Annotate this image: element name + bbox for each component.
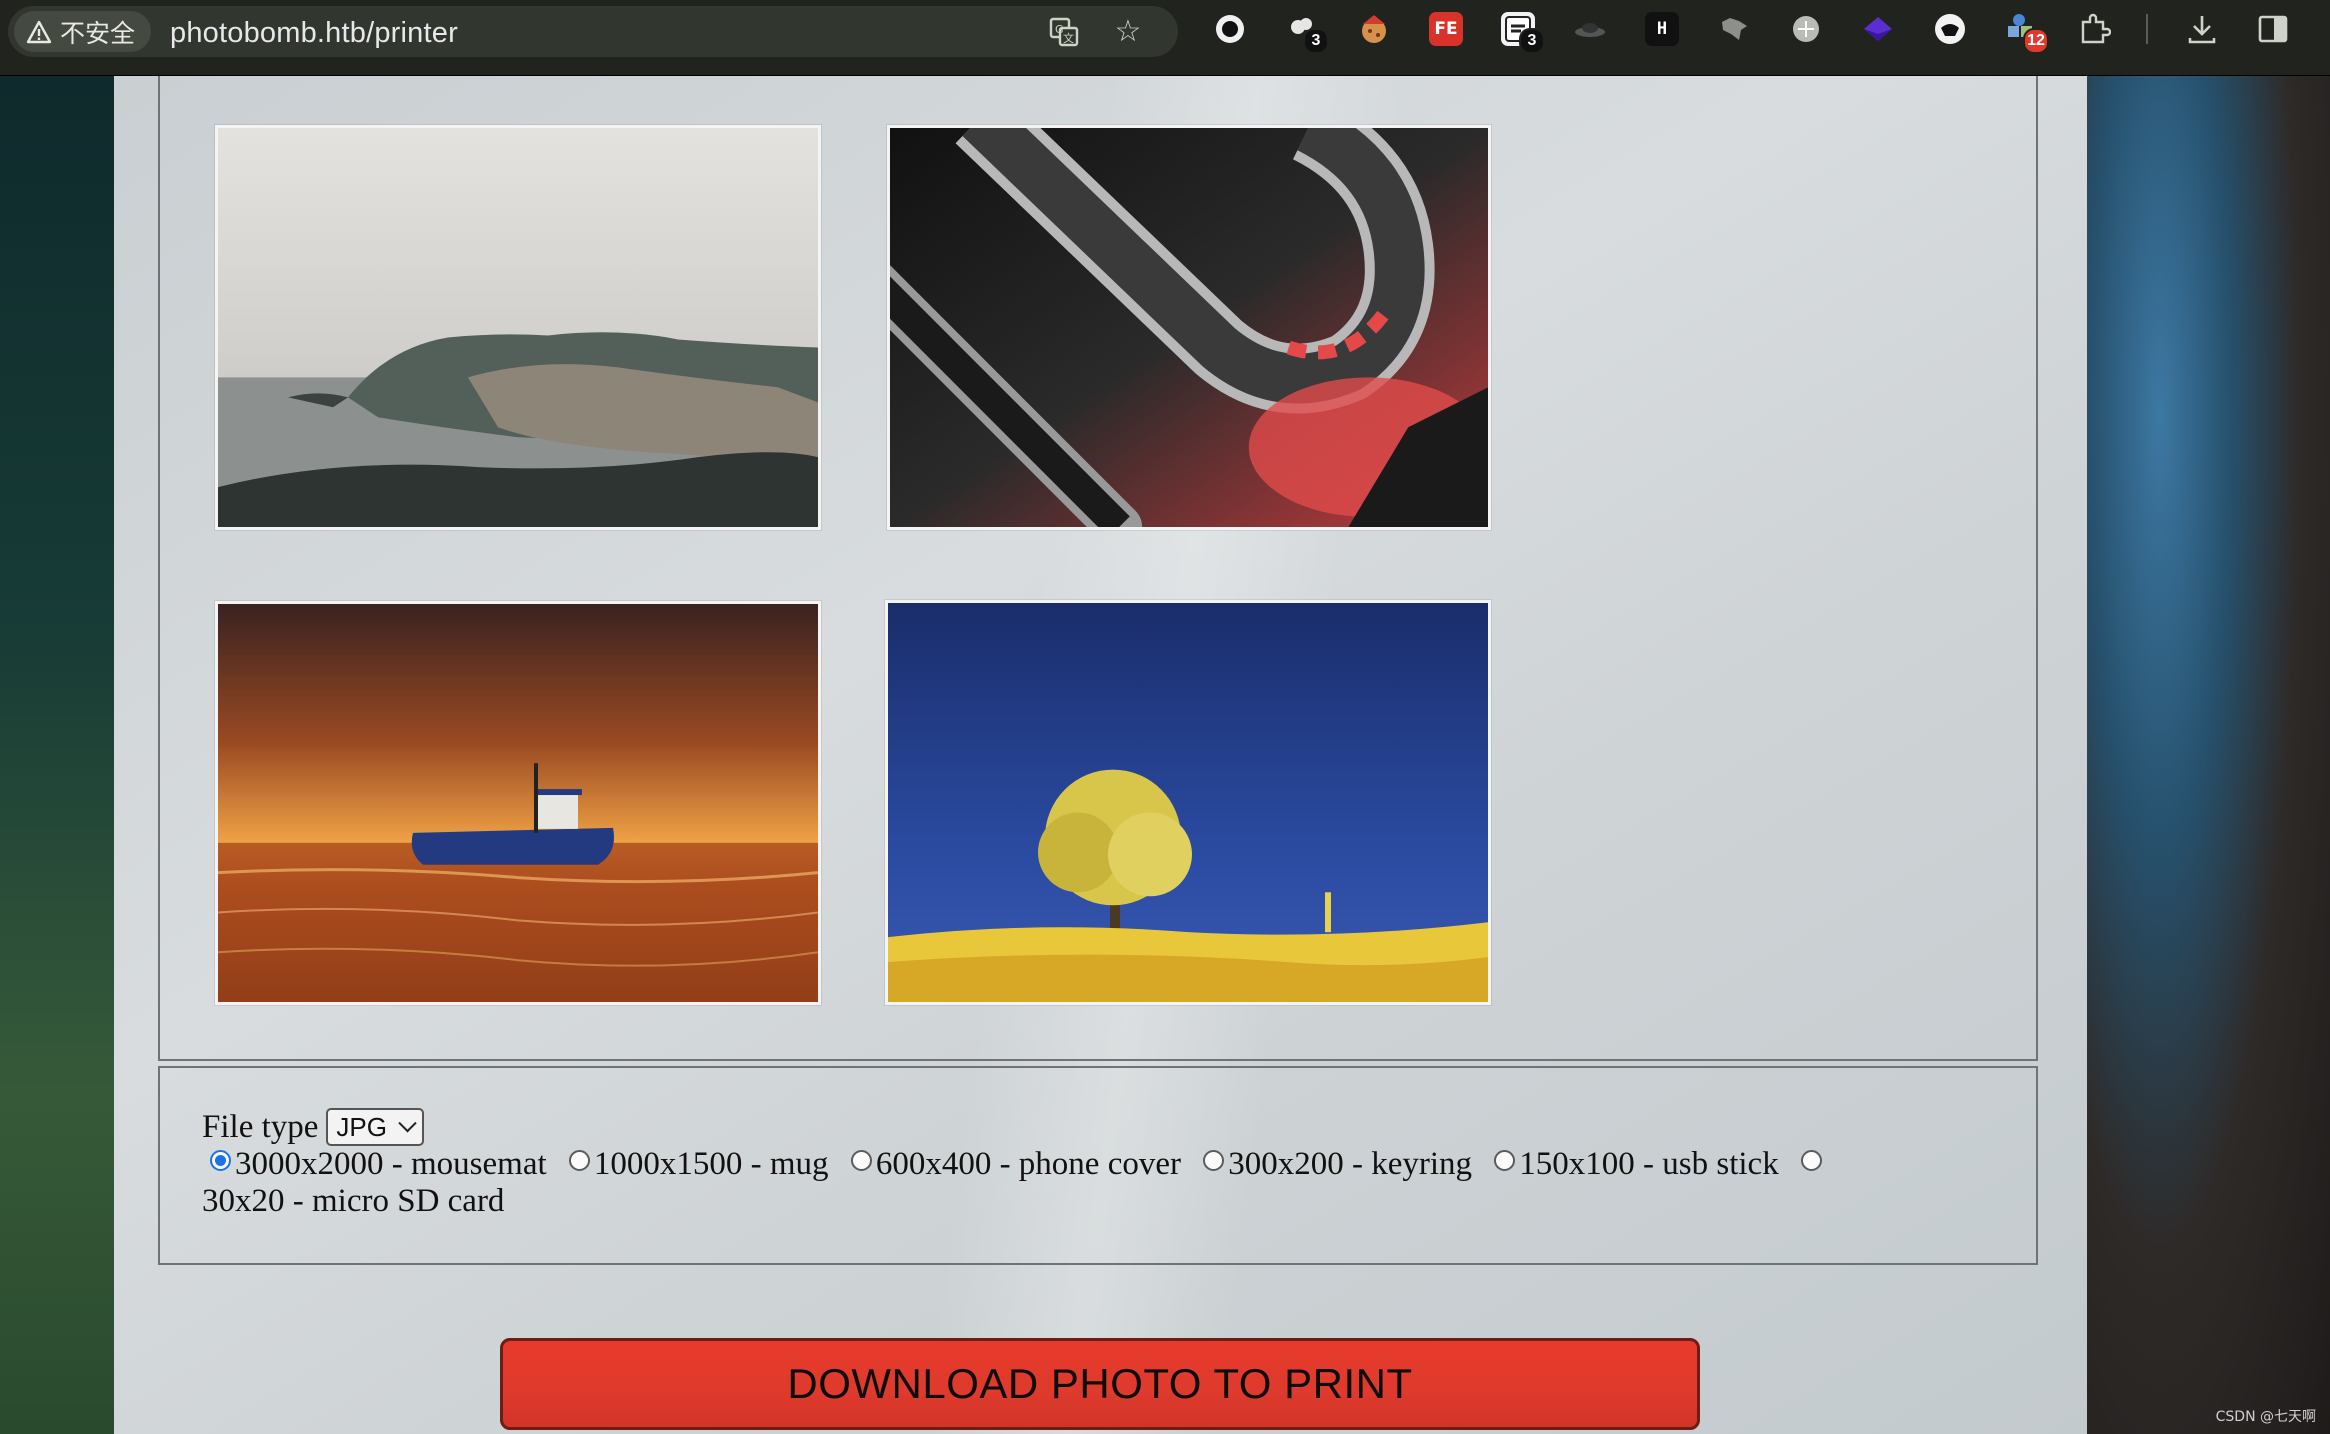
ext-badge: 3 [1303,28,1329,54]
photo-coastal-cliffs[interactable] [215,125,821,530]
ext-puzzle-multi-icon[interactable]: 12 [2005,12,2049,54]
ext-cloud-icon[interactable]: 3 [1285,12,1329,54]
photo-red-abstract-tubes[interactable] [887,125,1491,530]
filetype-label: File type [202,1108,319,1145]
background-left [0,76,114,1434]
size-option-usb-stick[interactable]: 150x100 - usb stick [1486,1146,1779,1182]
size-option-mug[interactable]: 1000x1500 - mug [561,1146,829,1182]
ext-h-label: H [1656,19,1668,39]
extensions-puzzle-icon[interactable] [2077,12,2112,46]
ext-badge: 12 [2023,28,2049,54]
background-right [2087,76,2330,1434]
size-label: 3000x2000 - mousemat [235,1146,547,1182]
bookmark-star-icon[interactable]: ☆ [1112,16,1144,48]
print-options: File type JPG 3000x2000 - mousemat 1000x… [158,1066,2038,1265]
size-options: 3000x2000 - mousemat 1000x1500 - mug 600… [202,1146,2002,1220]
security-label: 不安全 [60,19,136,48]
ext-mask-icon[interactable] [1933,12,1967,46]
ext-h-icon[interactable]: H [1645,12,1679,46]
ext-hat-icon[interactable] [1573,12,1607,46]
download-photo-button[interactable]: DOWNLOAD PHOTO TO PRINT [500,1338,1700,1430]
ext-cookie-icon[interactable] [1357,12,1391,46]
radio-button[interactable] [1203,1150,1225,1171]
ext-clipboard-icon[interactable]: 3 [1501,12,1545,54]
radio-button[interactable] [850,1150,872,1171]
size-label: 300x200 - keyring [1228,1146,1473,1182]
photo-yellow-tree-blue-sky[interactable] [885,600,1491,1005]
size-option-micro-sd[interactable]: 30x20 - micro SD card [202,1183,504,1219]
radio-button[interactable] [1494,1150,1516,1171]
photo-boat-at-sunset[interactable] [215,601,821,1005]
size-label: 1000x1500 - mug [593,1146,829,1182]
download-icon[interactable] [2185,12,2219,46]
filetype-row: File type JPG [202,1108,424,1146]
filetype-select[interactable]: JPG [326,1108,424,1146]
ext-fe-icon[interactable]: FE [1429,12,1463,46]
chevron-down-icon [398,1113,417,1132]
radio-button[interactable] [1800,1150,1822,1171]
size-label: 150x100 - usb stick [1519,1146,1779,1182]
translate-icon[interactable]: G文 [1048,16,1080,48]
side-panel-icon[interactable] [2256,12,2290,46]
photo-gallery [158,76,2038,1061]
ext-diamond-icon[interactable] [1861,12,1895,46]
ext-fe-label: FE [1434,19,1458,39]
warning-icon [26,20,52,43]
ext-circle-icon[interactable] [1213,12,1247,46]
ext-globe-icon[interactable] [1789,12,1823,46]
address-bar[interactable]: 不安全 photobomb.htb/printer G文 ☆ [8,6,1178,57]
filetype-value: JPG [336,1111,387,1142]
security-indicator[interactable]: 不安全 [14,11,152,52]
radio-button[interactable] [568,1150,590,1171]
size-label: 30x20 - micro SD card [202,1183,505,1219]
ext-fox-icon[interactable] [1717,12,1751,46]
size-option-phone-cover[interactable]: 600x400 - phone cover [843,1146,1181,1182]
url-text[interactable]: photobomb.htb/printer [170,17,458,50]
browser-toolbar: 不安全 photobomb.htb/printer G文 ☆ 3 FE 3 H [0,0,2330,76]
toolbar-divider [2146,14,2148,44]
ext-badge: 3 [1519,28,1545,54]
size-label: 600x400 - phone cover [875,1146,1181,1182]
watermark-text: CSDN @七天啊 [2215,1409,2316,1425]
size-option-keyring[interactable]: 300x200 - keyring [1195,1146,1472,1182]
size-option-mousemat[interactable]: 3000x2000 - mousemat [202,1146,547,1182]
radio-button[interactable] [210,1150,231,1171]
svg-text:文: 文 [1063,31,1074,45]
